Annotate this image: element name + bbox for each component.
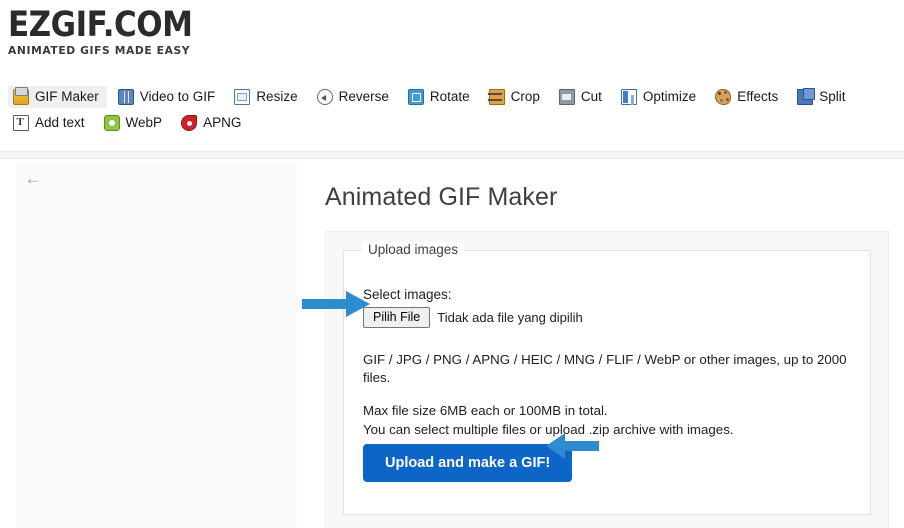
nav-item-reverse[interactable]: Reverse xyxy=(312,86,397,108)
choose-file-button[interactable]: Pilih File xyxy=(363,307,431,328)
formats-line-2: Max file size 6MB each or 100MB in total… xyxy=(363,403,608,418)
nav-item-add-text[interactable]: Add text xyxy=(8,112,93,134)
nav-label-optimize: Optimize xyxy=(642,89,697,104)
page-title: Animated GIF Maker xyxy=(325,183,558,211)
fieldset-legend: Upload images xyxy=(362,242,465,257)
formats-line-1: GIF / JPG / PNG / APNG / HEIC / MNG / FL… xyxy=(363,352,847,385)
left-arrow-annotation xyxy=(545,432,599,460)
nav-item-rotate[interactable]: Rotate xyxy=(403,86,478,108)
nav-label-cut: Cut xyxy=(580,89,602,104)
nav-item-video-to-gif[interactable]: Video to GIF xyxy=(113,86,224,108)
cut-icon xyxy=(558,89,575,105)
nav-item-cut[interactable]: Cut xyxy=(554,86,610,108)
nav-item-webp[interactable]: WebP xyxy=(99,112,171,134)
effects-icon xyxy=(715,89,732,105)
nav-item-effects[interactable]: Effects xyxy=(710,86,786,108)
site-logo[interactable]: EZGIF.COM ANIMATED GIFS MADE EASY xyxy=(8,6,223,57)
nav-item-apng[interactable]: APNG xyxy=(176,112,249,134)
nav-label-reverse: Reverse xyxy=(338,89,389,104)
nav-label-crop: Crop xyxy=(510,89,540,104)
header-divider xyxy=(0,151,904,159)
rotate-icon xyxy=(407,89,424,105)
nav-label-split: Split xyxy=(819,89,846,104)
nav-item-optimize[interactable]: Optimize xyxy=(616,86,704,108)
split-icon xyxy=(797,88,816,105)
page-root: EZGIF.COM ANIMATED GIFS MADE EASY GIF Ma… xyxy=(0,0,904,528)
main-navigation: GIF Maker Video to GIF Resize Reverse Ro… xyxy=(0,86,904,134)
main-content: Animated GIF Maker Upload images Select … xyxy=(325,163,904,528)
logo-wordmark: EZGIF.COM xyxy=(8,4,193,46)
nav-row: GIF Maker Video to GIF Resize Reverse Ro… xyxy=(8,86,896,134)
gif-maker-icon xyxy=(13,87,29,105)
right-arrow-annotation xyxy=(302,290,372,318)
nav-item-crop[interactable]: Crop xyxy=(484,86,548,108)
select-images-label: Select images: xyxy=(363,287,452,302)
reverse-icon xyxy=(316,89,333,105)
upload-panel: Upload images Select images: Pilih File … xyxy=(325,231,889,528)
optimize-icon xyxy=(620,89,637,105)
file-selection-status: Tidak ada file yang dipilih xyxy=(437,310,583,325)
nav-label-webp: WebP xyxy=(125,115,163,130)
back-arrow-icon[interactable]: ← xyxy=(22,169,44,189)
logo-tagline: ANIMATED GIFS MADE EASY xyxy=(8,45,191,57)
add-text-icon xyxy=(13,114,29,131)
upload-images-fieldset: Upload images Select images: Pilih File … xyxy=(343,242,871,515)
supported-formats-text: GIF / JPG / PNG / APNG / HEIC / MNG / FL… xyxy=(363,351,853,438)
nav-label-add-text: Add text xyxy=(35,115,85,130)
nav-label-resize: Resize xyxy=(256,89,298,104)
file-input-row: Pilih File Tidak ada file yang dipilih xyxy=(363,307,583,328)
nav-label-gif-maker: GIF Maker xyxy=(35,89,99,104)
webp-icon xyxy=(103,115,120,131)
resize-icon xyxy=(234,89,251,105)
site-header: EZGIF.COM ANIMATED GIFS MADE EASY xyxy=(0,0,904,78)
nav-label-video-to-gif: Video to GIF xyxy=(139,89,216,104)
nav-label-apng: APNG xyxy=(203,115,242,130)
nav-label-effects: Effects xyxy=(737,89,779,104)
crop-icon xyxy=(487,89,505,105)
nav-item-resize[interactable]: Resize xyxy=(229,86,305,108)
video-to-gif-icon xyxy=(117,89,134,105)
left-sidebar-panel: ← xyxy=(16,163,297,528)
formats-line-3: You can select multiple files or upload … xyxy=(363,421,734,437)
nav-label-rotate: Rotate xyxy=(429,89,470,104)
upload-and-make-gif-button[interactable]: Upload and make a GIF! xyxy=(363,444,573,482)
nav-item-gif-maker[interactable]: GIF Maker xyxy=(8,86,107,108)
nav-item-split[interactable]: Split xyxy=(792,86,853,108)
apng-icon xyxy=(181,115,198,131)
